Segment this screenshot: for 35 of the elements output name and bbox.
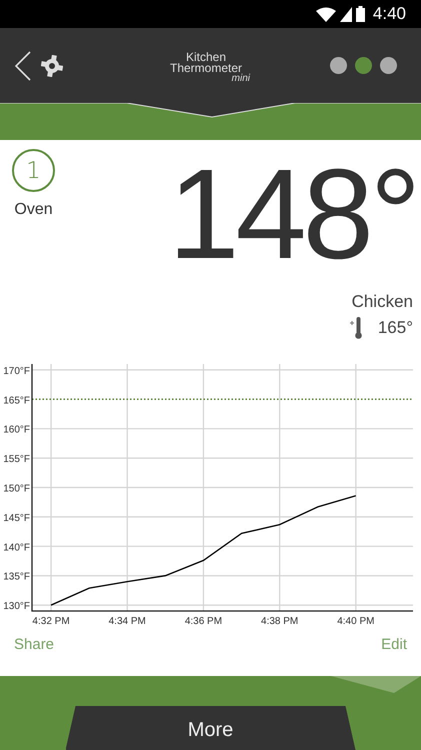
x-tick-label: 4:32 PM bbox=[32, 616, 70, 627]
settings-icon[interactable] bbox=[41, 54, 63, 76]
food-name: Chicken bbox=[352, 292, 413, 312]
x-tick-label: 4:34 PM bbox=[108, 616, 146, 627]
battery-icon bbox=[356, 6, 365, 22]
y-tick-label: 170°F bbox=[3, 366, 30, 377]
probe-name: Oven bbox=[14, 201, 53, 219]
share-link[interactable]: Share bbox=[14, 636, 54, 676]
x-tick-label: 4:36 PM bbox=[184, 616, 222, 627]
x-tick-label: 4:38 PM bbox=[261, 616, 298, 627]
y-tick-label: 130°F bbox=[3, 601, 30, 612]
thermometer-icon bbox=[350, 317, 362, 339]
page-indicator[interactable] bbox=[380, 57, 397, 74]
current-temperature: 148° bbox=[168, 142, 417, 288]
probe-number: 1 bbox=[12, 149, 55, 192]
edit-link[interactable]: Edit bbox=[381, 636, 407, 676]
y-tick-label: 155°F bbox=[3, 454, 30, 466]
status-time: 4:40 bbox=[372, 4, 406, 24]
back-icon[interactable] bbox=[15, 50, 31, 80]
page-indicator[interactable] bbox=[330, 57, 347, 74]
target-temperature: 165° bbox=[378, 318, 413, 338]
y-tick-label: 135°F bbox=[3, 572, 30, 583]
x-tick-label: 4:40 PM bbox=[337, 616, 374, 627]
y-tick-label: 165°F bbox=[3, 395, 30, 406]
signal-icon bbox=[340, 6, 352, 22]
wifi-icon bbox=[316, 6, 336, 22]
page-indicator[interactable] bbox=[355, 57, 372, 74]
y-tick-label: 150°F bbox=[3, 484, 30, 494]
more-button[interactable]: More bbox=[66, 706, 356, 750]
y-tick-label: 140°F bbox=[3, 542, 30, 554]
y-tick-label: 160°F bbox=[3, 424, 30, 436]
y-tick-label: 145°F bbox=[3, 512, 30, 524]
logo-text: Kitchen bbox=[186, 52, 226, 63]
logo-text: Thermometer bbox=[170, 63, 242, 74]
logo-subtitle: mini bbox=[232, 74, 250, 83]
